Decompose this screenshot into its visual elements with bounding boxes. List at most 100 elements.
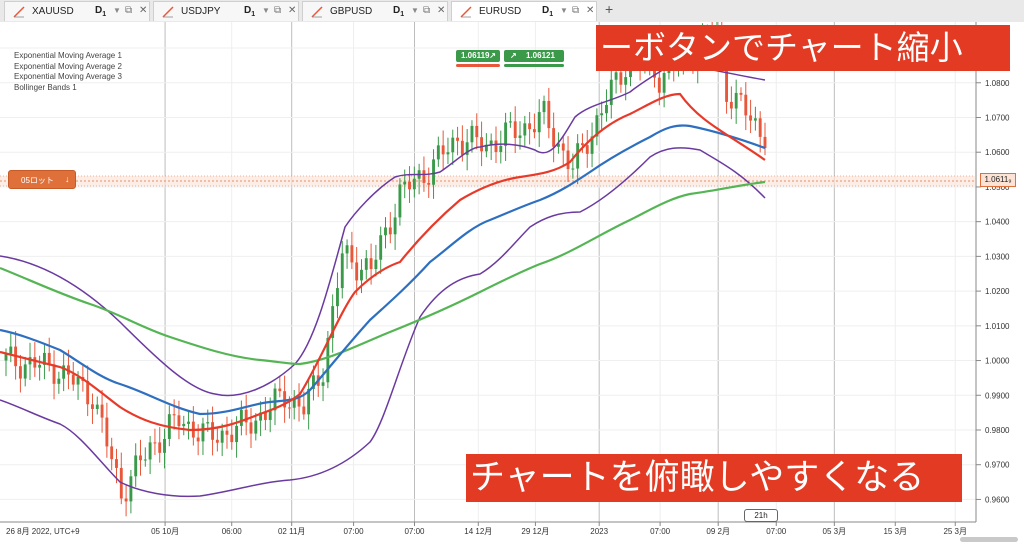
lot-label: 05ロット <box>21 176 54 185</box>
chart-area[interactable]: 1.09001.08001.07001.06001.05001.04001.03… <box>0 22 1024 548</box>
candle-bearish <box>369 258 373 270</box>
candle-bearish <box>91 404 94 409</box>
chart-scrollbar[interactable] <box>960 537 1018 542</box>
candle-bearish <box>763 136 767 149</box>
candle-bearish <box>532 129 536 133</box>
tab-symbol: USDJPY <box>181 6 221 17</box>
ema3-line <box>0 180 766 366</box>
x-axis-label: 07:00 <box>404 527 425 536</box>
candle-bullish <box>143 459 147 461</box>
popout-icon[interactable]: ⧉ <box>274 5 281 16</box>
candle-bullish <box>662 73 666 93</box>
ema1-line <box>0 92 766 432</box>
close-icon[interactable]: ✕ <box>586 5 594 16</box>
candle-bullish <box>345 245 349 254</box>
sell-indicator-bar <box>456 64 500 67</box>
lot-order-button[interactable]: 05ロット ↓ <box>8 170 76 189</box>
candle-bullish <box>614 72 618 80</box>
candle-bearish <box>355 262 359 281</box>
candle-bullish <box>23 364 27 379</box>
candle-bullish <box>360 269 363 281</box>
tab-period: D1 <box>393 5 405 18</box>
bollinger-upper-line <box>0 63 766 397</box>
candle-bearish <box>177 415 181 427</box>
plus-icon[interactable]: + <box>605 1 613 17</box>
candle-bearish <box>297 397 301 407</box>
candle-bullish <box>542 100 546 113</box>
chart-line-icon <box>162 6 174 18</box>
caret-down-icon[interactable]: ▼ <box>113 6 121 15</box>
sell-price-button[interactable]: 1.06119 ↗ <box>456 50 500 62</box>
caret-down-icon[interactable]: ▼ <box>262 6 270 15</box>
y-axis-label: 1.0000 <box>985 357 1010 366</box>
candle-bullish <box>379 235 383 260</box>
candle-bullish <box>508 121 512 123</box>
candle-bearish <box>287 407 291 409</box>
x-axis-label: 06:00 <box>222 527 243 536</box>
y-axis-label: 1.0800 <box>985 79 1010 88</box>
popout-icon[interactable]: ⧉ <box>125 5 132 16</box>
popout-icon[interactable]: ⧉ <box>423 5 430 16</box>
close-icon[interactable]: ✕ <box>288 5 296 16</box>
x-axis-label: 09 2月 <box>706 527 730 536</box>
caret-down-icon[interactable]: ▼ <box>560 6 568 15</box>
candle-bullish <box>412 178 416 190</box>
candle-bullish <box>340 253 344 289</box>
candle-bearish <box>547 100 551 129</box>
candle-bearish <box>422 170 426 183</box>
y-axis-label: 0.9800 <box>985 426 1010 435</box>
candle-bearish <box>408 181 411 190</box>
candle-bearish <box>124 498 128 502</box>
candle-bullish <box>220 430 224 443</box>
buy-price-button[interactable]: 1.06121 ↗ <box>504 50 564 62</box>
bollinger-lower-line <box>0 147 766 498</box>
candle-bullish <box>38 364 42 368</box>
candle-bearish <box>196 437 200 442</box>
candle-bullish <box>148 442 152 460</box>
candle-bearish <box>528 123 532 130</box>
close-icon[interactable]: ✕ <box>437 5 445 16</box>
legend-item-bollinger[interactable]: Bollinger Bands 1 <box>14 83 122 94</box>
tab-bar: XAUUSD D1 ▼ ⧉ ✕ USDJPY D1 ▼ ⧉ ✕ GBPUSD D… <box>0 0 1024 23</box>
candle-bearish <box>47 352 51 365</box>
candle-bearish <box>744 94 748 116</box>
candle-bullish <box>134 455 138 477</box>
y-axis-label: 1.0100 <box>985 322 1010 331</box>
candle-bullish <box>239 409 243 426</box>
candle-bullish <box>364 258 368 270</box>
candle-bearish <box>211 422 215 440</box>
legend-item-ema2[interactable]: Exponential Moving Average 2 <box>14 62 122 73</box>
y-axis-label: 1.0200 <box>985 287 1010 296</box>
tab-usdjpy[interactable]: USDJPY D1 ▼ ⧉ ✕ <box>153 1 299 21</box>
candle-bullish <box>504 122 508 146</box>
time-remaining-badge[interactable]: 21h <box>744 509 778 522</box>
tab-gbpusd[interactable]: GBPUSD D1 ▼ ⧉ ✕ <box>302 1 448 21</box>
candle-bearish <box>475 125 479 138</box>
candle-bearish <box>441 145 445 155</box>
popout-icon[interactable]: ⧉ <box>572 5 579 16</box>
legend-item-ema3[interactable]: Exponential Moving Average 3 <box>14 72 122 83</box>
arrow-up-right-icon: ↗ <box>489 51 496 60</box>
candle-bullish <box>129 476 133 502</box>
candle-bearish <box>657 77 661 93</box>
current-price-label: 1.0611₉ <box>980 173 1016 187</box>
candle-bearish <box>388 227 392 235</box>
candle-bearish <box>460 140 464 155</box>
candle-bearish <box>115 459 118 468</box>
caret-down-icon[interactable]: ▼ <box>411 6 419 15</box>
legend-item-ema1[interactable]: Exponential Moving Average 1 <box>14 51 122 62</box>
x-axis-label: 05 3月 <box>823 527 847 536</box>
x-axis-label: 07:00 <box>650 527 671 536</box>
candle-bullish <box>398 184 402 218</box>
tab-symbol: EURUSD <box>479 6 522 17</box>
candle-bearish <box>215 439 219 443</box>
x-axis-label: 07:00 <box>344 527 365 536</box>
tab-eurusd[interactable]: EURUSD D1 ▼ ⧉ ✕ <box>451 1 597 21</box>
close-icon[interactable]: ✕ <box>139 5 147 16</box>
buy-indicator-bar <box>504 64 564 67</box>
candle-bullish <box>76 376 80 385</box>
candle-bullish <box>268 410 272 420</box>
tab-symbol: XAUUSD <box>32 6 74 17</box>
tab-xauusd[interactable]: XAUUSD D1 ▼ ⧉ ✕ <box>4 1 150 21</box>
candle-bearish <box>350 245 354 263</box>
